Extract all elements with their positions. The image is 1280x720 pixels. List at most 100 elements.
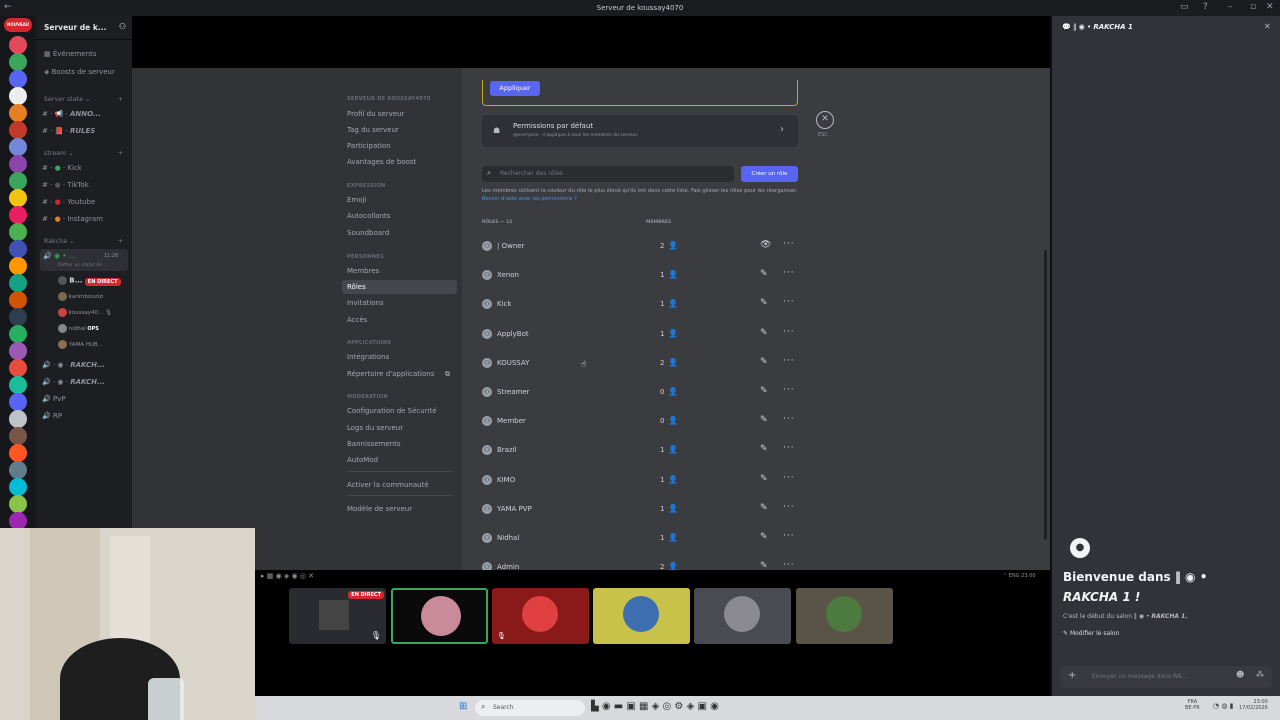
server-icon[interactable] <box>9 138 27 156</box>
category-rakcha[interactable]: Rakcha ⌄ + <box>44 238 123 245</box>
add-member-icon[interactable]: ⚇ <box>119 22 126 31</box>
voice-user[interactable]: karimbouzizi <box>58 292 104 301</box>
server-icon[interactable] <box>9 36 27 54</box>
server-icon[interactable] <box>9 70 27 88</box>
more-options-icon[interactable]: ··· <box>783 443 795 453</box>
edit-icon[interactable]: ✎ <box>760 298 768 308</box>
server-icon[interactable] <box>9 291 27 309</box>
server-icon[interactable] <box>9 53 27 71</box>
stream-tile[interactable]: EN DIRECT 🎙 <box>289 588 386 644</box>
user-tile[interactable] <box>694 588 791 644</box>
server-icon[interactable] <box>9 87 27 105</box>
nav-item-emoji[interactable]: Emoji <box>347 196 366 204</box>
add-attachment-icon[interactable]: + <box>1068 670 1076 681</box>
channel-kick[interactable]: # · ● · Kick <box>42 164 82 172</box>
add-channel-icon[interactable]: + <box>118 238 123 245</box>
nav-item-audit-log[interactable]: Logs du serveur <box>347 424 403 432</box>
tray-icons[interactable]: ◔ ◍ ▮ <box>1213 702 1234 710</box>
server-icon[interactable] <box>9 427 27 445</box>
taskbar-search[interactable]: ⌕ Search <box>475 700 585 716</box>
emoji-icon[interactable]: ☻ <box>1236 670 1244 679</box>
lang-indicator[interactable]: FRA BE-FR <box>1185 699 1200 711</box>
role-row[interactable]: ⚇ Streamer 0 👤 ✎ ··· <box>482 378 802 406</box>
more-options-icon[interactable]: ··· <box>783 473 795 483</box>
more-options-icon[interactable]: ··· <box>783 560 795 570</box>
edit-icon[interactable]: ✎ <box>760 386 768 396</box>
more-options-icon[interactable]: ··· <box>783 356 795 366</box>
server-icon[interactable] <box>9 155 27 173</box>
role-row[interactable]: ⚇ | Owner 2 👤 👁 ··· <box>482 232 802 260</box>
edit-icon[interactable]: ✎ <box>760 532 768 542</box>
role-row[interactable]: ⚇ Kick 1 👤 ✎ ··· <box>482 290 802 318</box>
role-row[interactable]: ⚇ Xenon 1 👤 ✎ ··· <box>482 261 802 289</box>
server-icon[interactable] <box>9 325 27 343</box>
nav-item-boost[interactable]: Avantages de boost <box>347 158 416 166</box>
voice-user[interactable]: nidhal OPS <box>58 324 99 333</box>
nav-item-automod[interactable]: AutoMod <box>347 456 378 464</box>
user-tile[interactable]: 🎙 <box>492 588 589 644</box>
user-tile[interactable] <box>796 588 893 644</box>
server-icon[interactable] <box>9 495 27 513</box>
edit-channel-button[interactable]: ✎ Modifier le salon <box>1063 630 1119 637</box>
apply-button[interactable]: Appliquer <box>490 81 540 96</box>
voice-channel[interactable]: 🔊 · ◉ · RAKCH... <box>42 361 105 369</box>
nav-item-bans[interactable]: Bannissements <box>347 440 400 448</box>
voice-channel[interactable]: 🔊 PvP <box>42 395 66 403</box>
server-icon[interactable] <box>9 223 27 241</box>
nav-item-community[interactable]: Activer la communauté <box>347 481 429 489</box>
more-options-icon[interactable]: ··· <box>783 531 795 541</box>
role-row[interactable]: ⚇ KIMO 1 👤 ✎ ··· <box>482 466 802 494</box>
default-permissions-card[interactable]: ☗ Permissions par défaut @everyone · s'a… <box>482 115 798 147</box>
server-icon[interactable] <box>9 444 27 462</box>
edit-icon[interactable]: ✎ <box>760 415 768 425</box>
voice-user[interactable]: B... EN DIRECT <box>58 276 121 286</box>
nav-item-profile[interactable]: Profil du serveur <box>347 110 404 118</box>
nav-item-app-directory[interactable]: Répertoire d'applications <box>347 370 434 378</box>
nav-item-access[interactable]: Accès <box>347 316 367 324</box>
more-options-icon[interactable]: ··· <box>783 414 795 424</box>
user-tile[interactable] <box>391 588 488 644</box>
server-icon[interactable] <box>9 342 27 360</box>
role-row[interactable]: ⚇ ApplyBot 1 👤 ✎ ··· <box>482 320 802 348</box>
voice-channel[interactable]: 🔊 RP <box>42 412 62 420</box>
server-icon[interactable] <box>9 240 27 258</box>
apps-icon[interactable]: ⁂ <box>1256 670 1264 679</box>
windows-start-icon[interactable]: ⊞ <box>459 701 467 712</box>
message-input[interactable]: + Envoyer un message dans RA... ☻ ⁂ <box>1060 666 1272 688</box>
server-icon[interactable] <box>9 274 27 292</box>
edit-icon[interactable]: ✎ <box>760 328 768 338</box>
more-options-icon[interactable]: ··· <box>783 297 795 307</box>
edit-icon[interactable]: ✎ <box>760 357 768 367</box>
channel-instagram[interactable]: # · ● · Instagram <box>42 215 103 223</box>
help-link[interactable]: Besoin d'aide avec les permissions ? <box>482 196 577 202</box>
boosts-item[interactable]: ◈ Boosts de serveur <box>44 68 115 76</box>
add-channel-icon[interactable]: + <box>118 150 123 157</box>
nav-item-invites[interactable]: Invitations <box>347 299 384 307</box>
nav-item-roles[interactable]: Rôles <box>347 283 366 291</box>
more-options-icon[interactable]: ··· <box>783 327 795 337</box>
active-voice-channel[interactable]: 🔊 ◉ • ... 11:26 Définir un statut de... <box>40 249 128 271</box>
clock[interactable]: 23:00 17/02/2026 <box>1239 699 1268 711</box>
voice-user[interactable]: koussay40... 🎙 <box>58 308 112 317</box>
voice-channel[interactable]: 🔊 · ◉ · RAKCH... <box>42 378 105 386</box>
server-icon[interactable] <box>9 461 27 479</box>
server-icon[interactable] <box>9 478 27 496</box>
server-icon[interactable] <box>9 410 27 428</box>
nav-item-stickers[interactable]: Autocollants <box>347 212 390 220</box>
maximize-icon[interactable]: ▫ <box>1250 2 1256 12</box>
channel-anno[interactable]: # · 📢 · ANNO... <box>42 110 101 118</box>
server-icon[interactable] <box>9 257 27 275</box>
nav-item-tag[interactable]: Tag du serveur <box>347 126 399 134</box>
role-search-input[interactable]: ⌕ Rechercher des rôles <box>482 166 734 182</box>
server-icon[interactable] <box>9 376 27 394</box>
server-icon[interactable] <box>9 393 27 411</box>
more-options-icon[interactable]: ··· <box>783 385 795 395</box>
nav-item-members[interactable]: Membres <box>347 267 379 275</box>
voice-user[interactable]: YAMA HUB... <box>58 340 103 349</box>
channel-tiktok[interactable]: # · ● · TikTok <box>42 181 89 189</box>
taskbar-apps[interactable]: ▙ ◉ ▬ ▣ ▦ ◈ ◎ ⚙ ◈ ▣ ◉ <box>591 701 719 712</box>
role-row[interactable]: ⚇ YAMA PVP 1 👤 ✎ ··· <box>482 495 802 523</box>
scrollbar[interactable] <box>1044 250 1047 540</box>
nav-item-soundboard[interactable]: Soundboard <box>347 229 389 237</box>
server-icon[interactable] <box>9 121 27 139</box>
